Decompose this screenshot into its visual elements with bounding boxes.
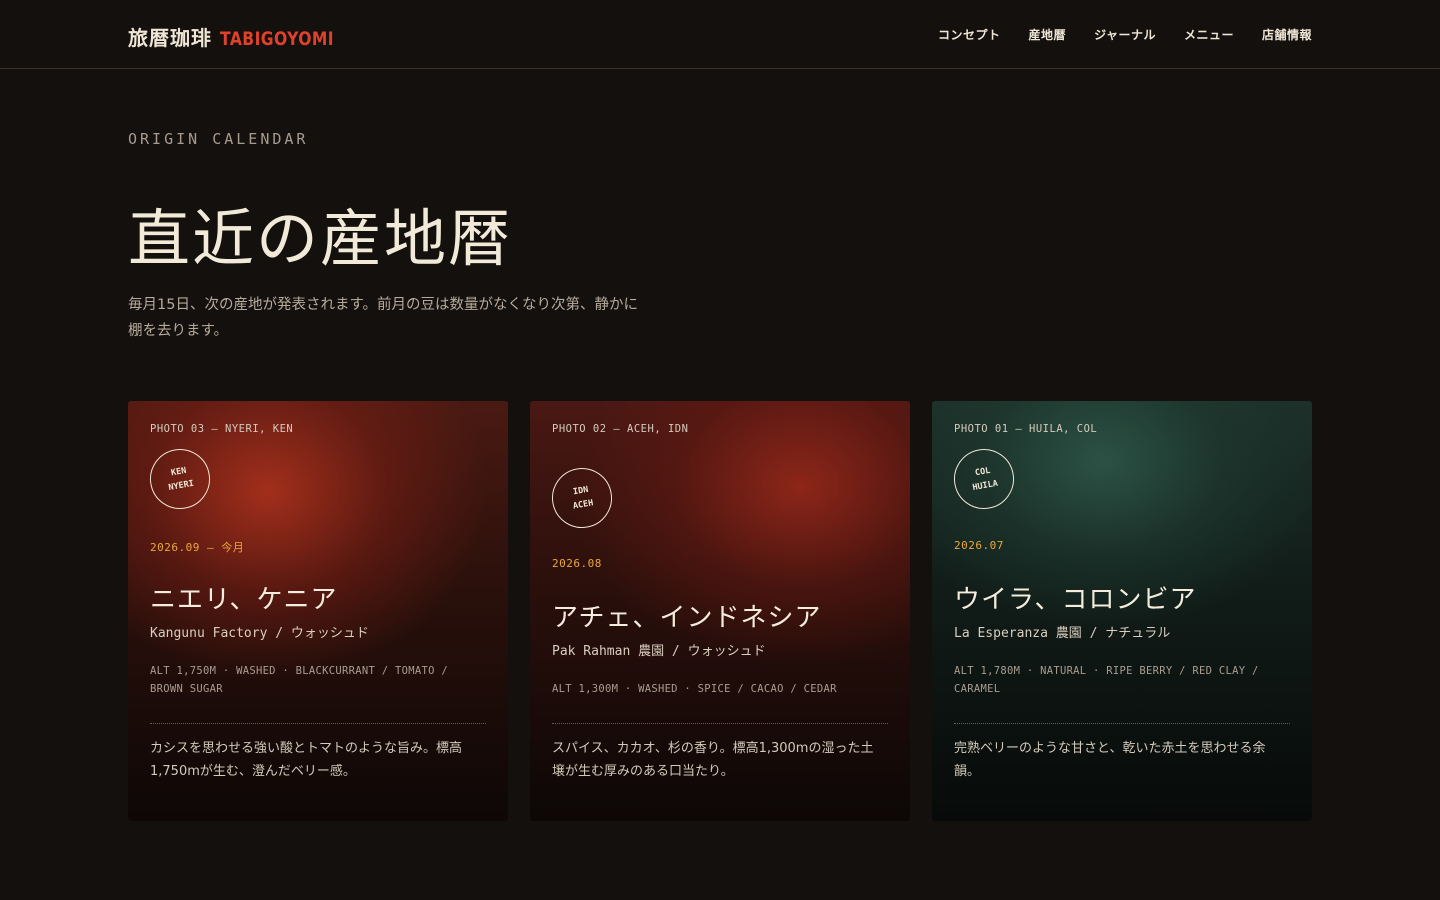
page-title: 直近の産地暦 <box>128 202 513 275</box>
origin-stamp: IDN ACEH <box>547 463 617 533</box>
nav-link-concept[interactable]: コンセプト <box>938 26 1001 43</box>
stamp-region: NYERI <box>167 478 195 494</box>
origin-card-colombia[interactable]: PHOTO 01 — HUILA, COL COL HUILA 2026.07 … <box>932 401 1312 821</box>
origin-stamp: KEN NYERI <box>145 444 215 514</box>
card-divider <box>954 723 1290 724</box>
photo-label: PHOTO 03 — NYERI, KEN <box>150 423 294 435</box>
producer-process: Pak Rahman 農園 / ウォッシュド <box>552 644 766 659</box>
card-divider <box>150 723 486 724</box>
release-date: 2026.07 <box>954 539 1004 552</box>
origin-name: ニエリ、ケニア <box>150 585 338 615</box>
origin-card-list: PHOTO 03 — NYERI, KEN KEN NYERI 2026.09 … <box>128 401 1312 821</box>
producer-process: Kangunu Factory / ウォッシュド <box>150 626 369 641</box>
tasting-note: スパイス、カカオ、杉の香り。標高1,300mの湿った土壌が生む厚みのある口当たり… <box>552 741 874 779</box>
brand-name-jp: 旅暦珈琲 <box>128 26 212 50</box>
bean-specs: ALT 1,750M · WASHED · BLACKCURRANT / TOM… <box>150 665 448 695</box>
producer-process: La Esperanza 農園 / ナチュラル <box>954 626 1171 641</box>
origin-name: ウイラ、コロンビア <box>954 585 1197 615</box>
bean-specs: ALT 1,780M · NATURAL · RIPE BERRY / RED … <box>954 665 1259 695</box>
nav-link-store-info[interactable]: 店舗情報 <box>1262 26 1312 43</box>
brand-logo[interactable]: 旅暦珈琲 TABIGOYOMI <box>128 22 359 51</box>
stamp-region: ACEH <box>572 498 595 512</box>
origin-card-indonesia[interactable]: PHOTO 02 — ACEH, IDN IDN ACEH 2026.08 アチ… <box>530 401 910 821</box>
section-eyebrow: ORIGIN CALENDAR <box>128 130 309 148</box>
nav-link-origin-calendar[interactable]: 産地暦 <box>1029 26 1067 43</box>
brand-name-en: TABIGOYOMI <box>220 28 335 50</box>
origin-name: アチェ、インドネシア <box>552 603 822 633</box>
origin-card-kenya[interactable]: PHOTO 03 — NYERI, KEN KEN NYERI 2026.09 … <box>128 401 508 821</box>
nav-link-journal[interactable]: ジャーナル <box>1094 26 1156 43</box>
tasting-note: カシスを思わせる強い酸とトマトのような旨み。標高1,750mが生む、澄んだベリー… <box>150 741 463 779</box>
photo-label: PHOTO 02 — ACEH, IDN <box>552 423 689 435</box>
site-header: 旅暦珈琲 TABIGOYOMI コンセプト 産地暦 ジャーナル メニュー 店舗情… <box>0 0 1440 69</box>
release-date: 2026.08 <box>552 557 602 570</box>
main-nav: コンセプト 産地暦 ジャーナル メニュー 店舗情報 <box>938 26 1312 43</box>
tasting-note: 完熟ベリーのような甘さと、乾いた赤土を思わせる余韻。 <box>954 741 1266 779</box>
photo-label: PHOTO 01 — HUILA, COL <box>954 423 1098 435</box>
origin-stamp: COL HUILA <box>949 444 1019 514</box>
release-date: 2026.09 — 今月 <box>150 541 245 554</box>
nav-link-menu[interactable]: メニュー <box>1184 26 1234 43</box>
bean-specs: ALT 1,300M · WASHED · SPICE / CACAO / CE… <box>552 683 837 695</box>
stamp-region: HUILA <box>971 478 999 494</box>
page-lead: 毎月15日、次の産地が発表されます。前月の豆は数量がなくなり次第、静かに棚を去り… <box>128 297 638 339</box>
card-divider <box>552 723 888 724</box>
